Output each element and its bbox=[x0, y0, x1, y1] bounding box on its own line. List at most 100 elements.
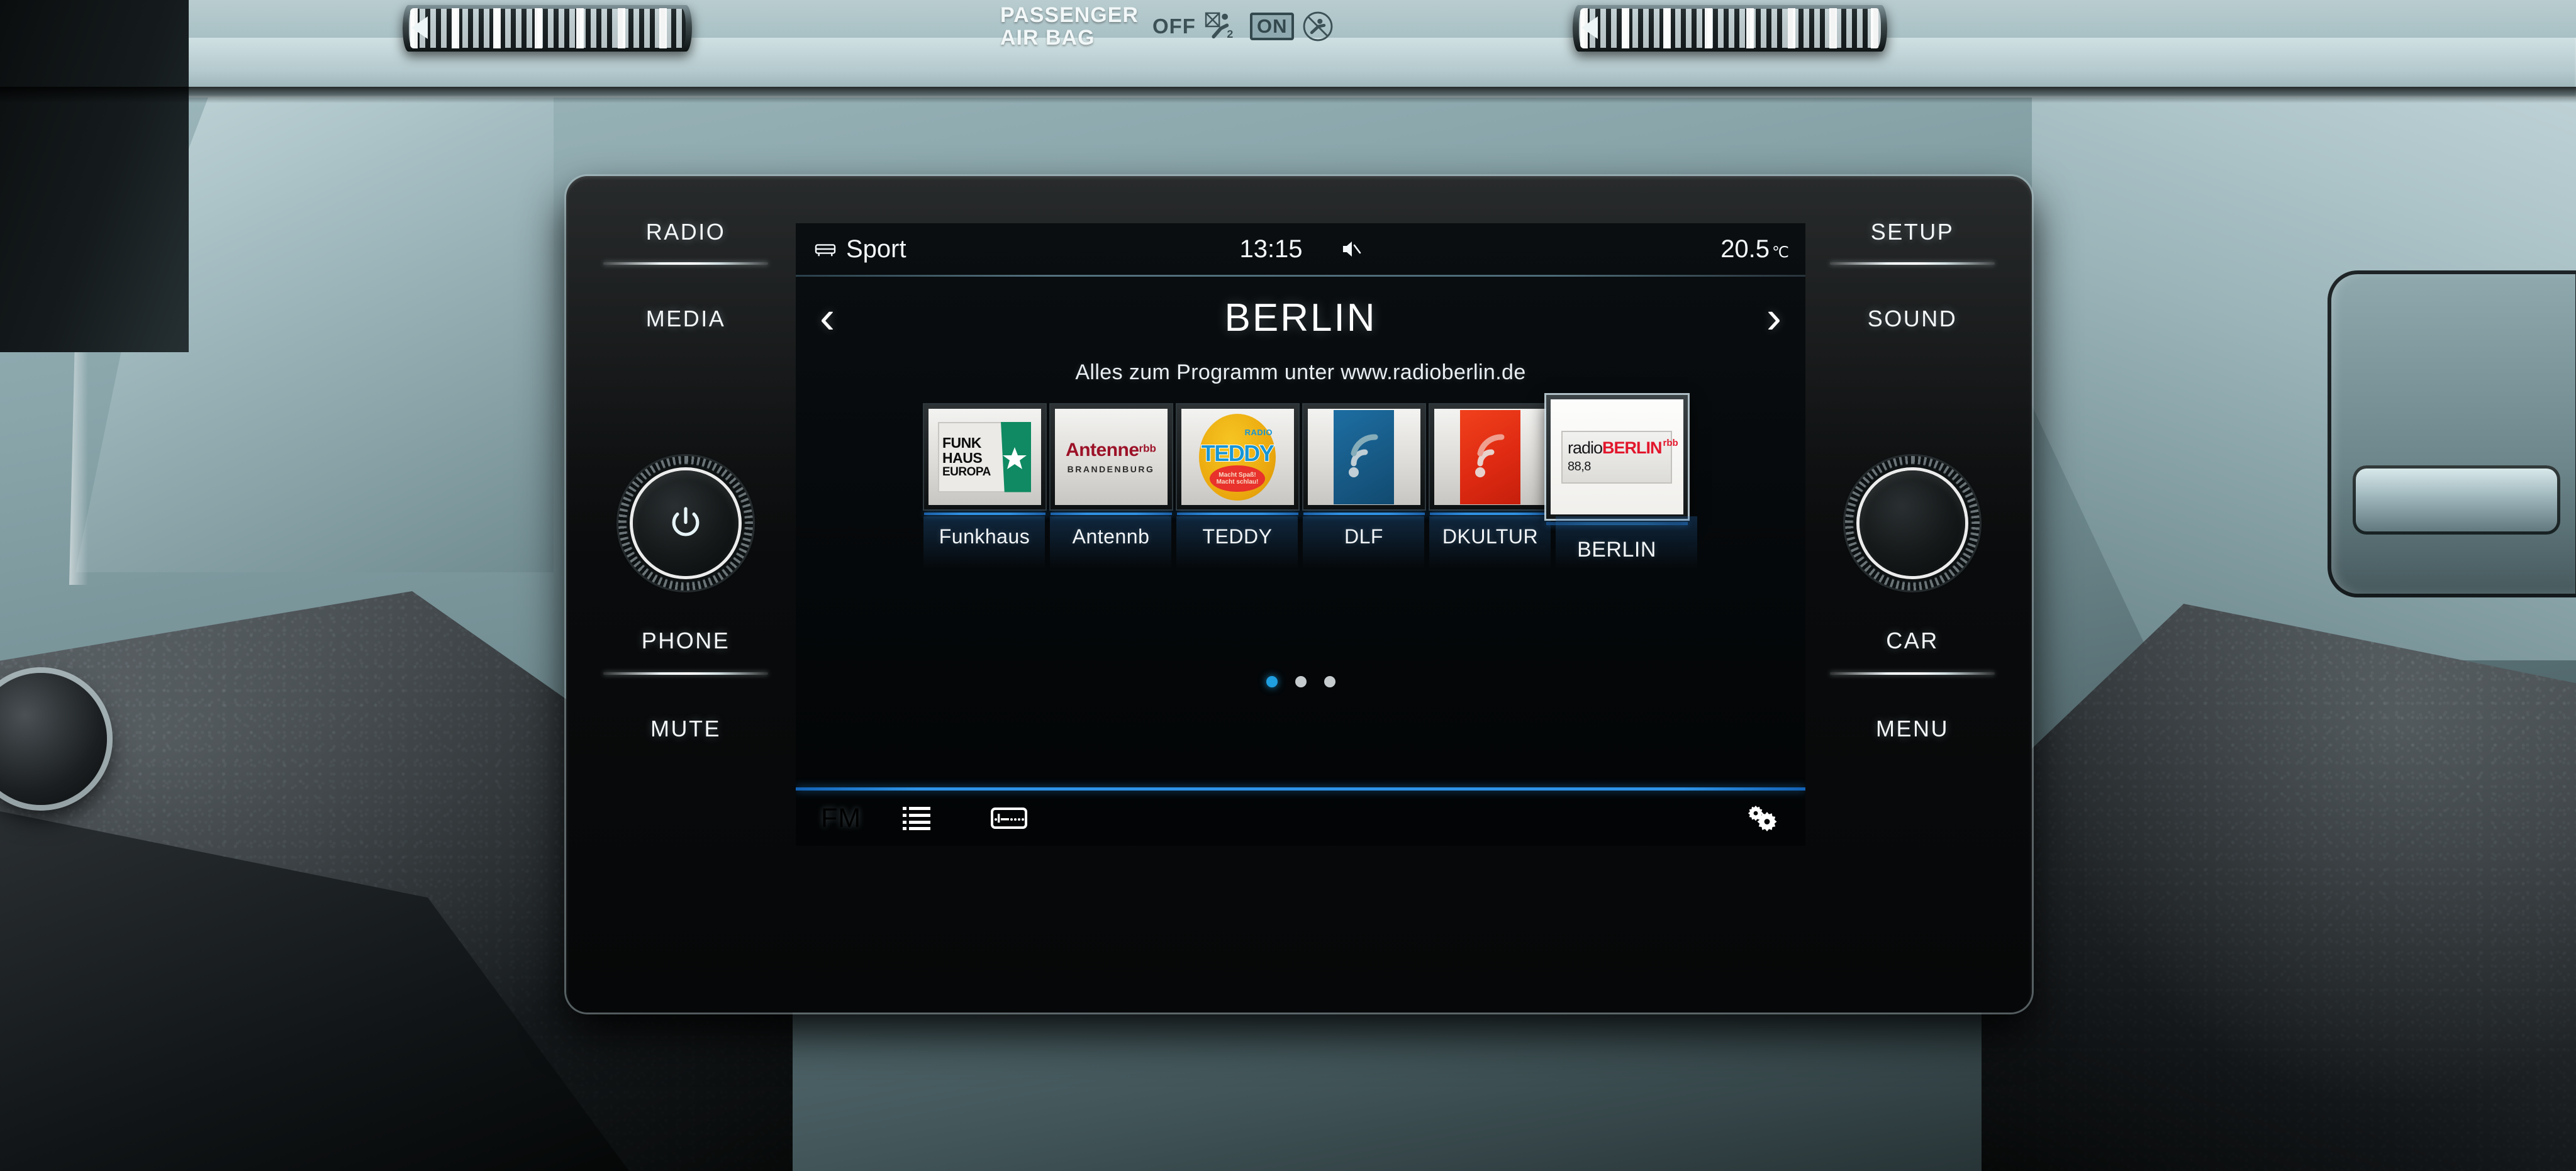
preset-artwork bbox=[1434, 409, 1547, 505]
chevron-right-icon[interactable]: › bbox=[1766, 295, 1781, 340]
settings-gears-icon bbox=[1748, 806, 1777, 831]
hardware-key-radio[interactable]: RADIO bbox=[566, 219, 805, 245]
speaker-mute-icon[interactable] bbox=[1341, 238, 1362, 260]
preset-artwork-frame: RADIO TEDDY Macht Spaß! Macht schlau! bbox=[1176, 404, 1298, 509]
status-temperature-unit: ℃ bbox=[1772, 243, 1789, 261]
infotainment-display: Sport 13:15 20.5 ℃ ‹ BERLIN › Alles zum … bbox=[796, 223, 1805, 846]
station-list-button[interactable] bbox=[903, 806, 930, 831]
station-radiotext: Alles zum Programm unter www.radioberlin… bbox=[1075, 360, 1526, 384]
page-dot-3[interactable] bbox=[1324, 676, 1335, 687]
preset-artwork: Antennerbb BRANDENBURG bbox=[1054, 409, 1168, 505]
teddy-tagline-blob: Macht Spaß! Macht schlau! bbox=[1210, 465, 1265, 492]
radio-berlin-logo: radio BERLIN rbb 88,8 bbox=[1561, 430, 1678, 484]
preset-label: DLF bbox=[1344, 525, 1383, 548]
airbag-off-label: OFF bbox=[1152, 14, 1196, 38]
antenne-region: BRANDENBURG bbox=[1067, 463, 1155, 474]
bottom-toolbar: FM bbox=[796, 791, 1805, 846]
status-center: 13:15 bbox=[1239, 235, 1361, 264]
status-profile-label: Sport bbox=[846, 235, 906, 263]
funkhaus-line-1: FUNK bbox=[942, 434, 981, 451]
hardware-divider-left-top bbox=[603, 262, 768, 265]
teddy-wordmark: TEDDY bbox=[1201, 440, 1275, 467]
preset-label: Antennb bbox=[1072, 525, 1150, 548]
airbag-on-label: ON bbox=[1249, 13, 1295, 40]
airbag-label-line1: PASSENGER bbox=[1000, 3, 1139, 27]
preset-tile-berlin[interactable]: radio BERLIN rbb 88,8 BERLIN bbox=[1546, 395, 1697, 569]
hardware-key-sound[interactable]: SOUND bbox=[1793, 306, 2032, 332]
tune-knob[interactable] bbox=[1845, 456, 1980, 591]
preset-label: DKULTUR bbox=[1442, 525, 1539, 548]
power-volume-knob[interactable] bbox=[618, 456, 753, 591]
status-profile[interactable]: Sport bbox=[813, 235, 906, 264]
status-clock: 13:15 bbox=[1239, 235, 1303, 263]
hardware-key-menu[interactable]: MENU bbox=[1793, 716, 2032, 742]
preset-tile-dlf[interactable]: DLF bbox=[1302, 404, 1425, 569]
star-icon bbox=[1003, 447, 1027, 469]
preset-label: Funkhaus bbox=[939, 525, 1030, 548]
power-icon bbox=[672, 507, 700, 536]
hardware-key-car[interactable]: CAR bbox=[1793, 628, 2032, 654]
page-dot-1[interactable] bbox=[1266, 676, 1278, 687]
preset-artwork: radio BERLIN rbb 88,8 bbox=[1550, 399, 1683, 514]
hardware-divider-right-top bbox=[1830, 262, 1995, 265]
status-temperature: 20.5 ℃ bbox=[1720, 235, 1789, 264]
air-vent-right[interactable] bbox=[1573, 5, 1887, 52]
preset-tile-teddy[interactable]: RADIO TEDDY Macht Spaß! Macht schlau! TE… bbox=[1176, 404, 1299, 569]
page-title: BERLIN bbox=[1224, 296, 1377, 340]
preset-label: BERLIN bbox=[1577, 538, 1656, 562]
deutschlandfunk-logo bbox=[1334, 409, 1394, 504]
settings-button[interactable] bbox=[1745, 803, 1780, 833]
radio-wave-icon bbox=[1475, 434, 1505, 477]
preset-tile-dkultur[interactable]: DKULTUR bbox=[1429, 404, 1552, 569]
preset-label: TEDDY bbox=[1202, 525, 1273, 548]
preset-underline bbox=[1429, 513, 1551, 515]
airbag-label: PASSENGER AIR BAG bbox=[1000, 4, 1139, 49]
air-vent-left[interactable] bbox=[403, 5, 692, 52]
radioberlin-frequency: 88,8 bbox=[1568, 460, 1591, 474]
list-icon bbox=[903, 807, 930, 830]
funkhaus-mark bbox=[1001, 421, 1031, 492]
status-temperature-value: 20.5 bbox=[1720, 235, 1770, 263]
glovebox-handle[interactable] bbox=[2353, 465, 2560, 535]
status-bar: Sport 13:15 20.5 ℃ bbox=[796, 223, 1805, 275]
teddy-tagline-2: Macht schlau! bbox=[1216, 478, 1259, 486]
hardware-divider-right-bottom bbox=[1830, 672, 1995, 675]
chevron-left-icon[interactable]: ‹ bbox=[820, 295, 835, 340]
preset-underline bbox=[1050, 513, 1172, 515]
radio-wave-icon bbox=[1349, 434, 1378, 477]
preset-artwork-frame: Antennerbb BRANDENBURG bbox=[1050, 404, 1172, 509]
preset-tile-antennb[interactable]: Antennerbb BRANDENBURG Antennb bbox=[1049, 404, 1173, 569]
preset-underline bbox=[1303, 513, 1425, 515]
hardware-key-mute[interactable]: MUTE bbox=[566, 716, 805, 742]
hardware-key-media[interactable]: MEDIA bbox=[566, 306, 805, 332]
hardware-keys-left: RADIO MEDIA PHONE MUTE bbox=[566, 176, 805, 1013]
preset-artwork-frame: FUNK HAUS EUROPA bbox=[923, 404, 1045, 509]
teddy-radio-word: RADIO bbox=[1244, 427, 1273, 437]
funkhaus-line-3: EUROPA bbox=[942, 465, 991, 479]
antenne-rbb-sup: rbb bbox=[1139, 442, 1156, 455]
status-bar-divider bbox=[796, 275, 1805, 277]
band-fm-button[interactable]: FM bbox=[821, 803, 861, 834]
deutschlandfunk-kultur-logo bbox=[1460, 409, 1520, 504]
hardware-key-setup[interactable]: SETUP bbox=[1793, 219, 2032, 245]
preset-tile-funkhaus[interactable]: FUNK HAUS EUROPA Funkhaus bbox=[923, 404, 1046, 569]
svg-text:2: 2 bbox=[1227, 28, 1233, 40]
tune-knob-ridges bbox=[1845, 456, 1980, 591]
dashboard-cowl-shadow bbox=[0, 87, 2576, 103]
radio-teddy-logo: RADIO TEDDY Macht Spaß! Macht schlau! bbox=[1199, 413, 1276, 501]
antenne-brandenburg-logo: Antennerbb BRANDENBURG bbox=[1066, 440, 1156, 474]
hardware-key-phone[interactable]: PHONE bbox=[566, 628, 805, 654]
preset-artwork: RADIO TEDDY Macht Spaß! Macht schlau! bbox=[1181, 409, 1294, 505]
manual-tune-button[interactable] bbox=[991, 807, 1027, 829]
page-dot-2[interactable] bbox=[1295, 676, 1307, 687]
hardware-divider-left-bottom bbox=[603, 672, 768, 675]
hardware-keys-right: SETUP SOUND CAR MENU bbox=[1793, 176, 2032, 1013]
glovebox-compartment[interactable] bbox=[2328, 270, 2576, 597]
airbag-label-line2: AIR BAG bbox=[1000, 26, 1095, 50]
manual-tune-icon bbox=[991, 807, 1027, 829]
car-dashboard-scene: PASSENGER AIR BAG OFF 2 ON RADIO MEDIA P… bbox=[0, 0, 2576, 1171]
preset-underline bbox=[923, 513, 1045, 515]
airbag-off-icon: 2 bbox=[1205, 12, 1233, 40]
radioberlin-rbb-sup: rbb bbox=[1663, 438, 1678, 448]
preset-artwork: FUNK HAUS EUROPA bbox=[928, 409, 1041, 505]
